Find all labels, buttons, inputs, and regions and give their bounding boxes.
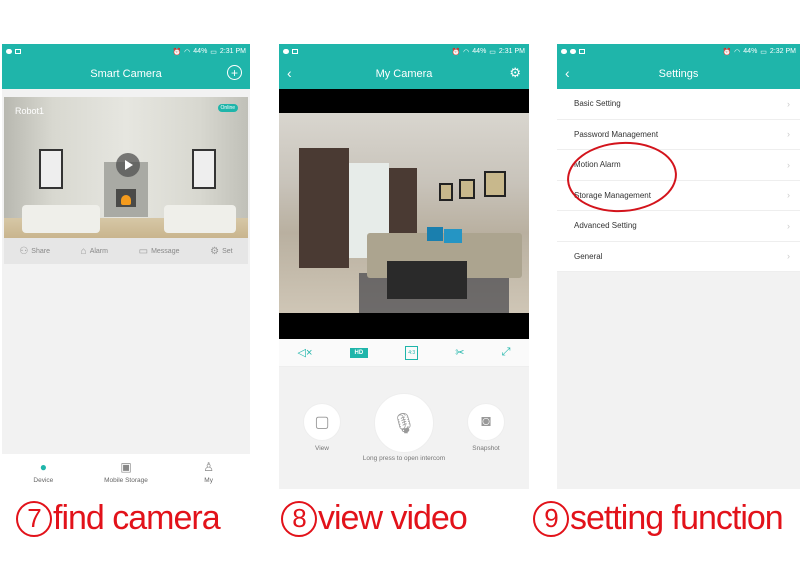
- bottom-tab-bar: ● Device ▣ Mobile Storage ♙ My: [2, 454, 250, 489]
- phone-screen-settings: ⏰ ◠ 44% ▭ 2:32 PM ‹ Settings Basic Setting › …: [557, 44, 800, 489]
- wifi-icon: ◠: [463, 48, 470, 56]
- chevron-right-icon: ›: [787, 98, 790, 109]
- clock: 2:31 PM: [219, 48, 246, 55]
- alarm-icon: ⏰: [172, 48, 182, 56]
- page-title: My Camera: [375, 68, 433, 80]
- battery-icon: ▭: [489, 48, 496, 56]
- video-controls: ◁× HD 4:3 ✂ ⤢: [279, 339, 529, 367]
- clock: 2:31 PM: [498, 48, 525, 55]
- page-title: Smart Camera: [90, 68, 162, 80]
- image-icon: ▣: [120, 459, 132, 474]
- chevron-left-icon: ‹: [565, 65, 570, 81]
- app-bar: Smart Camera +: [2, 59, 250, 89]
- camera-icon: ◙: [481, 413, 491, 430]
- camera-card[interactable]: Robot1 Online ⚇ Share ⌂ Alarm ▭ Message ⚙ Se…: [4, 97, 248, 264]
- intercom-label: Long press to open intercom: [362, 455, 446, 462]
- microphone-icon: 🎙: [391, 412, 417, 435]
- battery-level: 44%: [472, 48, 487, 55]
- camera-actions: ⚇ Share ⌂ Alarm ▭ Message ⚙ Set: [4, 238, 248, 264]
- mute-button[interactable]: ◁×: [298, 346, 313, 359]
- chevron-right-icon: ›: [787, 220, 790, 231]
- intercom-button[interactable]: 🎙: [374, 393, 434, 453]
- settings-item-password[interactable]: Password Management ›: [557, 120, 800, 150]
- page-title: Settings: [658, 68, 699, 80]
- camera-name: Robot1: [15, 106, 45, 116]
- app-bar: ‹ Settings: [557, 59, 800, 89]
- chevron-right-icon: ›: [787, 129, 790, 140]
- gear-icon: ⚙: [210, 245, 220, 257]
- wifi-icon: ◠: [734, 48, 741, 56]
- play-button[interactable]: [116, 153, 140, 177]
- chevron-right-icon: ›: [787, 159, 790, 170]
- step-number: 8: [281, 500, 317, 537]
- gear-icon: ⚙: [509, 65, 521, 80]
- status-bar: ⏰ ◠ 44% ▭ 2:31 PM: [279, 44, 529, 59]
- fullscreen-button[interactable]: ⤢: [502, 346, 511, 359]
- view-button[interactable]: ▢: [303, 403, 341, 441]
- back-button[interactable]: ‹: [565, 65, 570, 81]
- battery-icon: ▭: [210, 48, 217, 56]
- step-number: 9: [533, 500, 569, 537]
- share-button[interactable]: ⚇ Share: [19, 246, 50, 257]
- hd-toggle[interactable]: HD: [349, 347, 369, 358]
- snapshot-button[interactable]: ◙: [467, 403, 505, 441]
- share-icon: ⚇: [19, 245, 29, 257]
- camera-pin-icon: ●: [39, 459, 47, 474]
- live-video[interactable]: [279, 89, 529, 339]
- wifi-icon: ◠: [184, 48, 191, 56]
- speaker-mute-icon: ◁×: [297, 347, 313, 359]
- chevron-right-icon: ›: [787, 251, 790, 262]
- person-icon: ♙: [203, 459, 215, 474]
- tab-mobile-storage[interactable]: ▣ Mobile Storage: [91, 460, 161, 484]
- clock: 2:32 PM: [769, 48, 796, 55]
- intercom-panel: ▢ View 🎙 Long press to open intercom ◙ S…: [279, 367, 529, 489]
- camera-thumbnail[interactable]: Robot1 Online: [4, 97, 248, 238]
- add-device-button[interactable]: +: [227, 65, 242, 80]
- set-button[interactable]: ⚙ Set: [210, 246, 232, 257]
- plus-icon: +: [227, 65, 242, 80]
- aspect-ratio-button[interactable]: 4:3: [405, 345, 419, 360]
- message-icon: ▭: [138, 245, 149, 257]
- view-label: View: [315, 445, 329, 452]
- settings-item-advanced[interactable]: Advanced Setting ›: [557, 211, 800, 242]
- alarm-icon: ⏰: [451, 48, 461, 56]
- status-bar: ⏰ ◠ 44% ▭ 2:32 PM: [557, 44, 800, 59]
- status-badge: Online: [217, 104, 238, 112]
- snapshot-label: Snapshot: [472, 445, 500, 452]
- battery-level: 44%: [193, 48, 208, 55]
- message-button[interactable]: ▭ Message: [139, 246, 180, 257]
- caption-setting-function: 9 setting function: [533, 499, 784, 538]
- phone-screen-view-video: ⏰ ◠ 44% ▭ 2:31 PM ‹ My Camera ⚙ ◁× HD 4:3 ✂ …: [279, 44, 529, 489]
- settings-item-general[interactable]: General ›: [557, 242, 800, 272]
- album-icon: ▢: [314, 414, 330, 431]
- chevron-right-icon: ›: [787, 190, 790, 201]
- app-bar: ‹ My Camera ⚙: [279, 59, 529, 89]
- scissors-icon: ✂: [455, 347, 465, 359]
- home-icon: ⌂: [80, 245, 87, 257]
- alarm-button[interactable]: ⌂ Alarm: [81, 246, 108, 257]
- status-bar: ⏰ ◠ 44% ▭ 2:31 PM: [2, 44, 250, 59]
- tab-my[interactable]: ♙ My: [174, 460, 244, 484]
- record-button[interactable]: ✂: [455, 346, 464, 359]
- tab-device[interactable]: ● Device: [8, 460, 78, 484]
- back-button[interactable]: ‹: [287, 65, 292, 81]
- phone-screen-find-camera: ⏰ ◠ 44% ▭ 2:31 PM Smart Camera + Robot1 Onli…: [2, 44, 250, 489]
- chevron-left-icon: ‹: [287, 65, 292, 81]
- battery-level: 44%: [743, 48, 758, 55]
- alarm-icon: ⏰: [722, 48, 732, 56]
- step-number: 7: [16, 500, 52, 537]
- settings-button[interactable]: ⚙: [509, 65, 521, 81]
- settings-item-basic[interactable]: Basic Setting ›: [557, 89, 800, 120]
- caption-view-video: 8 view video: [281, 499, 468, 538]
- expand-icon: ⤢: [501, 346, 511, 358]
- caption-find-camera: 7 find camera: [16, 499, 221, 538]
- battery-icon: ▭: [760, 48, 767, 56]
